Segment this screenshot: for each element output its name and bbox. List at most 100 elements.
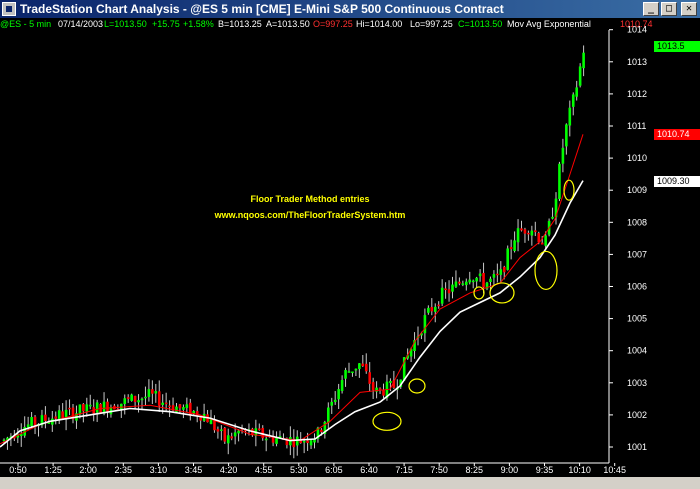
candle-body xyxy=(330,401,334,406)
x-tick-label: 7:15 xyxy=(395,465,413,475)
candle-body xyxy=(126,397,130,399)
x-tick-label: 9:35 xyxy=(536,465,554,475)
ema-price-tag: 1010.74 xyxy=(654,129,700,141)
candle-body xyxy=(454,281,458,287)
candle-body xyxy=(306,440,309,444)
candle-body xyxy=(302,440,306,443)
candle-body xyxy=(516,228,520,243)
x-tick-label: 9:00 xyxy=(501,465,519,475)
annotation-title: Floor Trader Method entries xyxy=(250,194,370,204)
candle-body xyxy=(496,273,499,276)
candle-body xyxy=(327,407,330,423)
y-tick-label: 1013 xyxy=(627,57,647,67)
candle-body xyxy=(492,274,496,278)
candle-body xyxy=(337,389,340,400)
candle-body xyxy=(223,427,227,442)
candle-body xyxy=(465,281,468,286)
candle-body xyxy=(258,428,261,430)
candle-body xyxy=(168,405,171,408)
candle-body xyxy=(502,266,506,273)
candle-body xyxy=(30,417,33,426)
candle-body xyxy=(423,315,427,334)
x-tick-label: 2:35 xyxy=(115,465,133,475)
price-chart[interactable]: 1001 1002 1003 1004 1005 1006 1007 1008 1009 1010… xyxy=(0,0,700,489)
candle-body xyxy=(185,404,189,409)
candle-body xyxy=(358,363,361,370)
y-tick-label: 1010 xyxy=(627,153,647,163)
candle-body xyxy=(123,398,127,405)
y-tick-label: 1005 xyxy=(627,314,647,324)
candle-body xyxy=(578,66,582,86)
candle-body xyxy=(54,416,58,419)
candle-body xyxy=(568,107,572,126)
candle-body xyxy=(482,272,485,288)
candle-body xyxy=(78,404,82,415)
x-tick-label: 3:10 xyxy=(150,465,168,475)
last-price-tag: 1013.5 xyxy=(654,40,700,52)
status-strip xyxy=(0,477,700,489)
x-tick-label: 4:20 xyxy=(220,465,238,475)
candle-body xyxy=(220,429,223,431)
candle-body xyxy=(468,279,472,283)
y-tick-label: 1006 xyxy=(627,282,647,292)
candle-body xyxy=(575,87,578,97)
x-tick-label: 10:45 xyxy=(603,465,626,475)
candle-body xyxy=(106,401,109,413)
candle-body xyxy=(264,438,268,441)
candle-body xyxy=(85,404,89,412)
candle-body xyxy=(364,363,368,372)
candle-body xyxy=(582,52,585,69)
candle-body xyxy=(344,370,347,379)
candle-body xyxy=(130,394,133,401)
y-tick-label: 1004 xyxy=(627,346,647,356)
candle-body xyxy=(178,404,182,409)
candle-body xyxy=(61,411,64,419)
candle-body xyxy=(561,147,565,164)
y-tick-label: 1012 xyxy=(627,89,647,99)
entry-circle xyxy=(489,282,515,304)
y-tick-label: 1003 xyxy=(627,378,647,388)
candle-body xyxy=(295,436,299,446)
candle-body xyxy=(499,269,503,275)
candle-body xyxy=(82,404,85,412)
y-tick-label: 1011 xyxy=(627,121,646,131)
candle-body xyxy=(161,402,164,405)
y-tick-label: 1001 xyxy=(627,442,647,452)
y-tick-label: 1008 xyxy=(627,217,647,227)
candle-body xyxy=(534,230,537,233)
ma-price-tag: 1009.30 xyxy=(654,175,700,187)
y-tick-label: 1002 xyxy=(627,410,647,420)
x-tick-label: 6:05 xyxy=(325,465,343,475)
candle-body xyxy=(88,404,92,407)
x-tick-label: 6:40 xyxy=(360,465,378,475)
candle-body xyxy=(157,391,161,406)
x-tick-label: 7:50 xyxy=(430,465,448,475)
candle-body xyxy=(237,430,240,434)
y-tick-label: 1009 xyxy=(627,185,647,195)
candle-body xyxy=(458,281,461,284)
candle-body xyxy=(182,407,185,410)
candle-body xyxy=(520,228,523,231)
candle-body xyxy=(506,248,509,270)
candle-body xyxy=(137,400,140,403)
candle-body xyxy=(340,380,344,391)
entry-circle xyxy=(534,250,558,291)
candle-body xyxy=(371,382,375,391)
candle-body xyxy=(461,283,465,285)
candle-body xyxy=(447,289,451,294)
candle-body xyxy=(347,371,351,373)
candle-body xyxy=(95,402,99,413)
candle-body xyxy=(57,410,61,420)
candle-body xyxy=(389,381,392,383)
x-tick-label: 1:25 xyxy=(44,465,62,475)
candle-body xyxy=(230,436,233,439)
candle-body xyxy=(144,396,147,399)
candle-body xyxy=(154,391,158,394)
entry-circle xyxy=(372,411,402,431)
candle-body xyxy=(430,307,434,312)
x-tick-label: 8:25 xyxy=(466,465,484,475)
candle-body xyxy=(309,440,313,446)
candle-body xyxy=(489,278,492,283)
candle-body xyxy=(333,399,337,403)
annotation-url: www.nqoos.com/TheFloorTraderSystem.htm xyxy=(214,210,406,220)
